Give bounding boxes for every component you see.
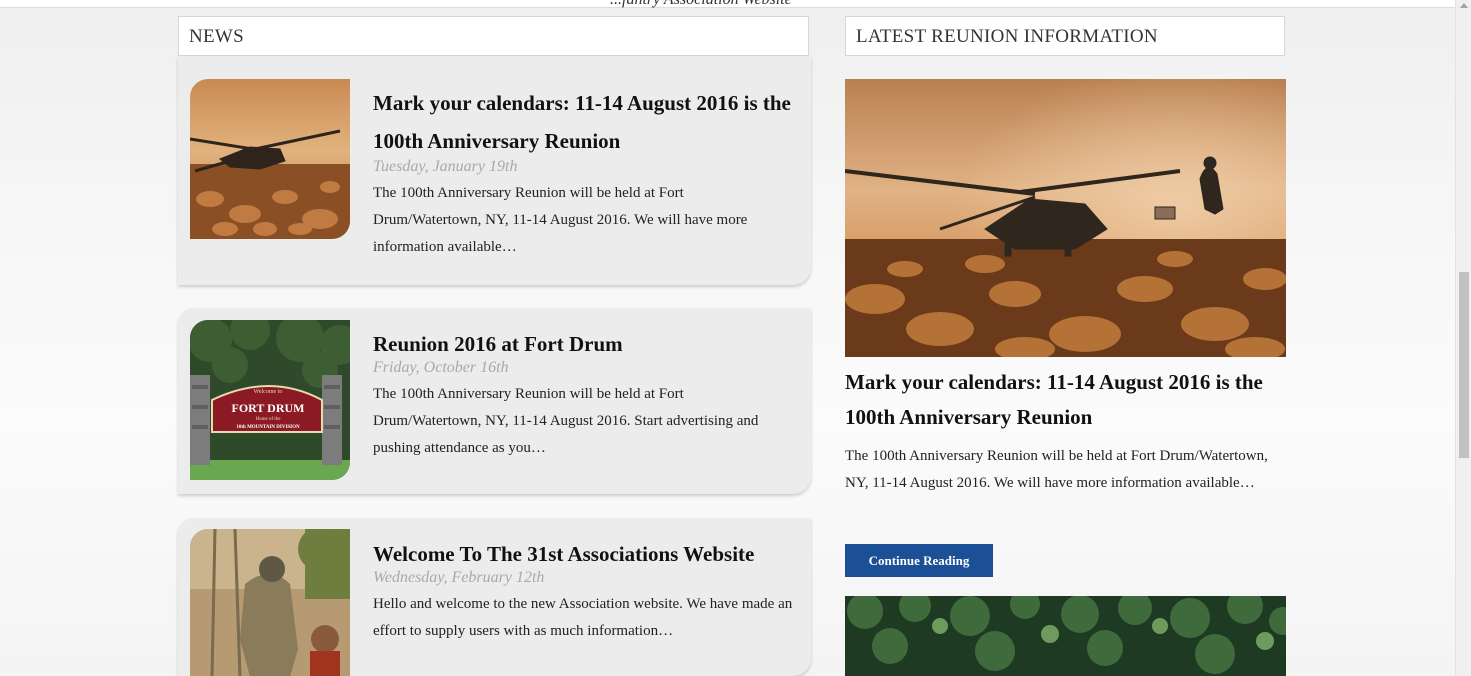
news-item-title[interactable]: Reunion 2016 at Fort Drum: [373, 330, 793, 358]
news-item-excerpt: The 100th Anniversary Reunion will be he…: [373, 386, 759, 456]
vertical-scrollbar[interactable]: [1455, 0, 1471, 676]
news-thumbnail[interactable]: [190, 529, 350, 676]
news-item-date: Wednesday, February 12th: [373, 569, 545, 586]
sign-name-text: FORT DRUM: [231, 401, 304, 415]
site-tagline: ...fantry Association Website: [610, 0, 792, 9]
reunion-title[interactable]: Mark your calendars: 11-14 August 2016 i…: [845, 365, 1290, 435]
continue-reading-button[interactable]: Continue Reading: [845, 544, 993, 577]
sign-welcome-text: Welcome to: [254, 389, 283, 395]
news-item-excerpt: Hello and welcome to the new Association…: [373, 596, 793, 639]
news-item-title[interactable]: Welcome To The 31st Associations Website: [373, 540, 793, 568]
reunion-secondary-image[interactable]: [845, 596, 1286, 676]
scroll-up-arrow-icon[interactable]: [1460, 3, 1468, 8]
news-thumbnail[interactable]: [190, 79, 350, 239]
news-item-date: Friday, October 16th: [373, 359, 509, 376]
reunion-heading: LATEST REUNION INFORMATION: [845, 16, 1285, 56]
news-heading: NEWS: [178, 16, 809, 56]
news-item-title[interactable]: Mark your calendars: 11-14 August 2016 i…: [373, 84, 793, 160]
reunion-excerpt: The 100th Anniversary Reunion will be he…: [845, 448, 1268, 491]
news-item[interactable]: Mark your calendars: 11-14 August 2016 i…: [178, 56, 811, 285]
sign-division-text: 10th MOUNTAIN DIVISION: [236, 425, 300, 430]
reunion-feature-image[interactable]: [845, 79, 1286, 357]
news-item[interactable]: Welcome To The 31st Associations Website…: [178, 518, 811, 676]
news-thumbnail[interactable]: Welcome to FORT DRUM Home of the 10th MO…: [190, 320, 350, 480]
news-item[interactable]: Welcome to FORT DRUM Home of the 10th MO…: [178, 308, 811, 494]
top-strip: ...fantry Association Website: [0, 0, 1455, 8]
sign-home-text: Home of the: [256, 417, 282, 422]
scrollbar-thumb[interactable]: [1459, 272, 1469, 458]
news-item-excerpt: The 100th Anniversary Reunion will be he…: [373, 185, 748, 255]
